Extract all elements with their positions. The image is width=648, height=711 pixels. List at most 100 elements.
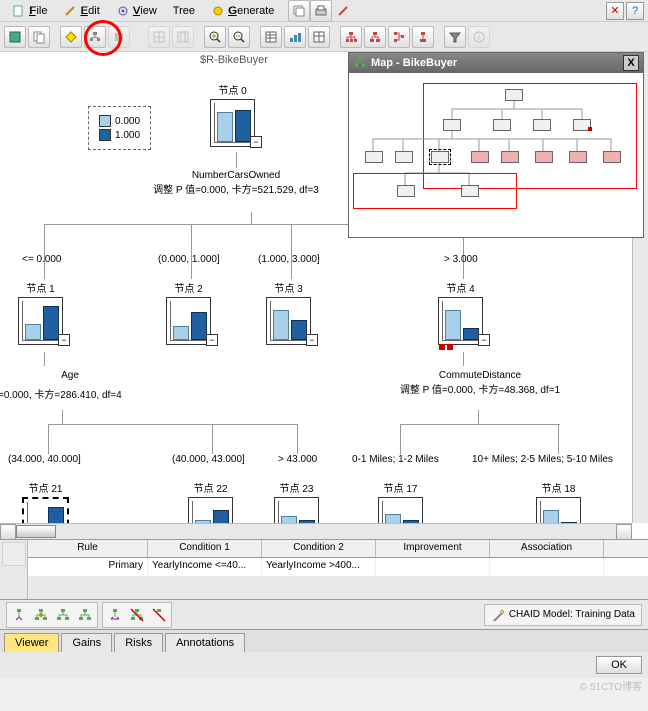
collapse-icon[interactable]: − [306,334,318,346]
cell-imp [376,558,490,576]
map-body[interactable] [349,73,643,237]
tb-grid1 [148,26,170,48]
tb-tree-small[interactable] [84,26,106,48]
collapse-icon[interactable]: − [206,334,218,346]
tree-canvas[interactable]: $R-BikeBuyer 0.000 1.000 节点 0 − NumberCa… [0,52,648,540]
cond-n22: (40.000, 43.000] [172,454,245,465]
scrollbar-h[interactable] [0,523,632,539]
menu-file[interactable]: FFile [4,2,55,20]
menu-generate[interactable]: GGenerate [203,2,282,20]
bt-tree-mode2[interactable] [75,605,95,625]
ok-button[interactable]: OK [596,656,642,674]
split-age-name: Age [0,370,160,381]
tb-chart[interactable] [284,26,306,48]
window-close-x[interactable]: ✕ [606,2,624,20]
map-window[interactable]: Map - BikeBuyer X [348,52,644,238]
tb-table2[interactable] [308,26,330,48]
legend: 0.000 1.000 [88,106,151,150]
tree-line [236,152,237,168]
tb-org2[interactable] [364,26,386,48]
tb-grid2 [172,26,194,48]
col-imp[interactable]: Improvement [376,540,490,557]
menu-view[interactable]: VView [108,2,165,20]
col-rule[interactable]: Rule [28,540,148,557]
rules-panel: Rule Condition 1 Condition 2 Improvement… [0,540,648,600]
rules-row[interactable]: Primary YearlyIncome <=40... YearlyIncom… [28,558,648,576]
node-1[interactable]: 节点 1 − [18,280,63,345]
red-marker-2 [447,344,453,350]
cell-rule: Primary [28,558,148,576]
tb-org1[interactable] [340,26,362,48]
split-age: Age [0,370,160,381]
col-assoc[interactable]: Association [490,540,604,557]
col-c2[interactable]: Condition 2 [262,540,376,557]
menu-generate-label: Generate [229,5,275,17]
model-label-text: CHAID Model: Training Data [509,609,635,620]
node-4[interactable]: 节点 4 − [438,280,483,345]
map-close-icon[interactable]: X [623,55,639,71]
mini-n [501,151,519,163]
node-chart [170,301,207,341]
collapse-icon[interactable]: − [58,334,70,346]
bt-prune3[interactable] [149,605,169,625]
collapse-icon[interactable]: − [478,334,490,346]
tb-diamond[interactable] [60,26,82,48]
legend-label-1: 1.000 [115,130,140,141]
bt-prune2[interactable] [127,605,147,625]
cond-n1: <= 0.000 [22,254,61,265]
tb-copy[interactable] [28,26,50,48]
menu-tree[interactable]: Tree [165,3,203,19]
node-0[interactable]: 节点 0 − [210,82,255,147]
bt-tree-mode1[interactable] [53,605,73,625]
bt-group-1 [6,602,98,628]
mini-selection [429,149,451,165]
tree-line [463,352,464,366]
bt-prune1[interactable] [105,605,125,625]
tree-line [44,224,45,279]
bt-grow-tree[interactable] [31,605,51,625]
tab-risks[interactable]: Risks [114,633,163,652]
tab-viewer[interactable]: Viewer [4,633,59,652]
scroll-track[interactable] [16,524,616,539]
tb-org4[interactable] [412,26,434,48]
legend-swatch-1 [99,129,111,141]
rules-grid[interactable]: Rule Condition 1 Condition 2 Improvement… [28,540,648,599]
menu-view-label: View [133,5,157,17]
node-3[interactable]: 节点 3 − [266,280,311,345]
mini-n [569,151,587,163]
menu-edit[interactable]: EEdit [55,2,107,20]
model-label: CHAID Model: Training Data [484,604,642,626]
scroll-right-icon[interactable] [616,524,632,540]
tb-save[interactable] [4,26,26,48]
tree-icon [353,56,367,70]
tb-print[interactable] [310,0,332,22]
col-c1[interactable]: Condition 1 [148,540,262,557]
legend-label-0: 0.000 [115,116,140,127]
tab-gains[interactable]: Gains [61,633,112,652]
tb-pen[interactable] [332,0,354,22]
tb-filter[interactable] [444,26,466,48]
rules-side [0,540,28,599]
tb-table1[interactable] [260,26,282,48]
split-1-stats: 调整 P 值=0.000, 卡方=521.529, df=3 [136,181,336,196]
tb-org3[interactable] [388,26,410,48]
node-2[interactable]: 节点 2 − [166,280,211,345]
tab-annotations[interactable]: Annotations [165,633,245,652]
menu-bar: FFile EEdit VView Tree GGenerate ✕ ? [0,0,648,22]
tb-zoom-out[interactable] [228,26,250,48]
node-23-title: 节点 23 [274,480,319,495]
node-17-title: 节点 17 [378,480,423,495]
tb-zoom-in[interactable] [204,26,226,48]
cell-c2: YearlyIncome >400... [262,558,376,576]
rules-tree-icon[interactable] [2,542,26,566]
cell-assoc [490,558,604,576]
node-18-title: 节点 18 [536,480,581,495]
scroll-left-icon[interactable] [0,524,16,540]
bt-grow-branch[interactable] [9,605,29,625]
tree-line [251,212,252,224]
tb-dup1[interactable] [288,0,310,22]
window-help[interactable]: ? [626,2,644,20]
map-titlebar[interactable]: Map - BikeBuyer X [349,53,643,73]
scroll-thumb[interactable] [16,525,56,538]
collapse-icon[interactable]: − [250,136,262,148]
